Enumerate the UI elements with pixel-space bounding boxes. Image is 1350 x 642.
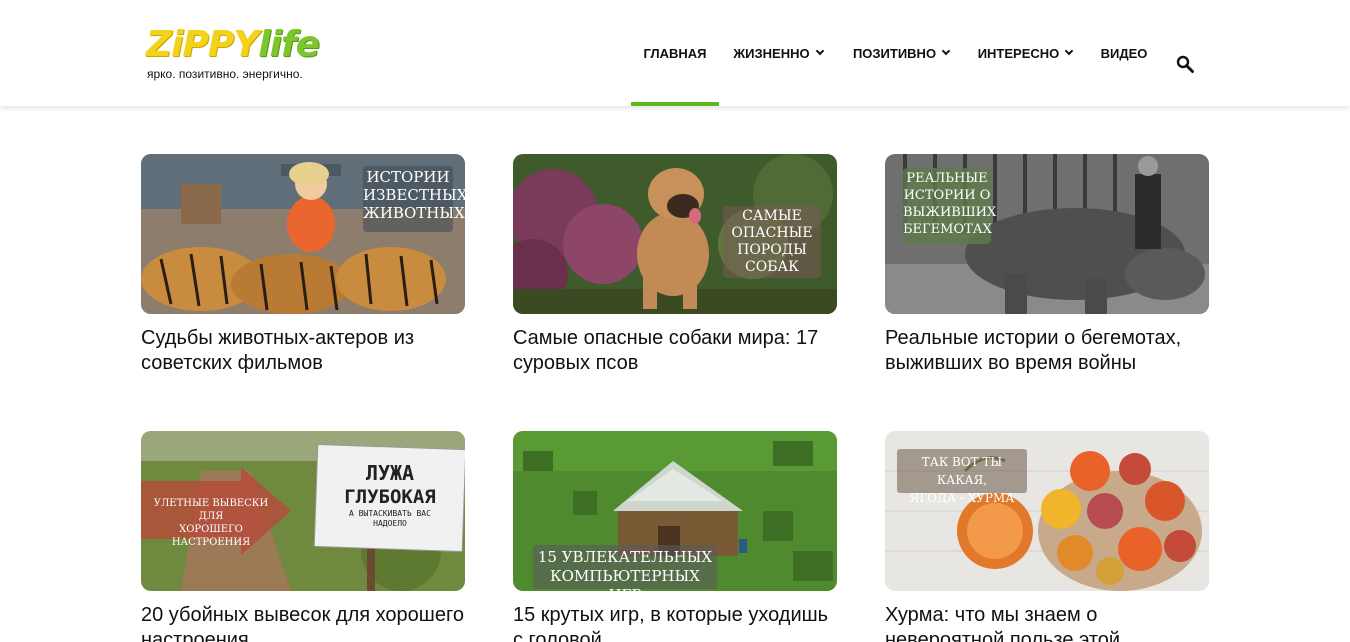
- nav-label: ИНТЕРЕСНО: [977, 45, 1060, 61]
- thumbnail-overlay-text: САМЫЕ ОПАСНЫЕ ПОРОДЫ СОБАК: [723, 208, 821, 276]
- overlay-line: КОМПЬЮТЕРНЫХ ИГР: [550, 567, 700, 591]
- overlay-line: ТАК ВОТ ТЫ КАКАЯ,: [921, 455, 1003, 487]
- thumbnail-overlay-text: РЕАЛЬНЫЕ ИСТОРИИ О ВЫЖИВШИХ БЕГЕМОТАХ: [903, 170, 997, 238]
- site-header: ZiPPYlife ярко. позитивно. энергично. ГЛ…: [0, 0, 1350, 106]
- sign-line: А ВЫТАСКИВАТЬ ВАС: [349, 509, 431, 518]
- article-thumbnail[interactable]: ИСТОРИИ ИЗВЕСТНЫХ ЖИВОТНЫХ: [141, 154, 465, 314]
- overlay-line: УЛЕТНЫЕ ВЫВЕСКИ ДЛЯ: [153, 498, 269, 522]
- article-title[interactable]: Реальные истории о бегемотах, выживших в…: [885, 326, 1209, 376]
- nav-item-glavnaya[interactable]: ГЛАВНАЯ: [631, 0, 719, 106]
- chevron-down-icon: [815, 46, 824, 56]
- road-sign-text: ЛУЖА ГЛУБОКАЯ А ВЫТАСКИВАТЬ ВАС НАДОЕЛО: [317, 461, 463, 529]
- article-title[interactable]: Самые опасные собаки мира: 17 суровых пс…: [513, 326, 837, 376]
- nav-item-interesno[interactable]: ИНТЕРЕСНО: [972, 0, 1078, 106]
- overlay-line: ИСТОРИИ: [366, 168, 450, 186]
- overlay-line: ВЫЖИВШИХ: [903, 205, 997, 220]
- overlay-line: ИЗВЕСТНЫХ: [363, 186, 465, 204]
- logo-word-zippy: ZiPPY: [146, 24, 259, 65]
- article-title[interactable]: Хурма: что мы знаем о невероятной пользе…: [885, 603, 1209, 642]
- nav-item-pozitivno[interactable]: ПОЗИТИВНО: [845, 0, 957, 106]
- article-thumbnail[interactable]: ЛУЖА ГЛУБОКАЯ А ВЫТАСКИВАТЬ ВАС НАДОЕЛО …: [141, 431, 465, 591]
- logo-wordmark: ZiPPYlife: [146, 24, 320, 66]
- article-thumbnail[interactable]: САМЫЕ ОПАСНЫЕ ПОРОДЫ СОБАК: [513, 154, 837, 314]
- overlay-line: ЯГОДА - ХУРМА: [909, 491, 1015, 505]
- thumbnail-overlay-text: УЛЕТНЫЕ ВЫВЕСКИ ДЛЯ ХОРОШЕГО НАСТРОЕНИЯ: [141, 497, 281, 549]
- overlay-line: ИСТОРИИ О: [903, 188, 991, 203]
- thumbnail-overlay-text: ИСТОРИИ ИЗВЕСТНЫХ ЖИВОТНЫХ: [363, 168, 465, 222]
- logo-word-life: life: [258, 24, 320, 65]
- sign-line: ЛУЖА: [365, 461, 415, 485]
- article-thumbnail[interactable]: 15 УВЛЕКАТЕЛЬНЫХ КОМПЬЮТЕРНЫХ ИГР: [513, 431, 837, 591]
- nav-label: ВИДЕО: [1100, 45, 1148, 61]
- nav-item-zhiznenno[interactable]: ЖИЗНЕННО: [725, 0, 831, 106]
- article-thumbnail[interactable]: ТАК ВОТ ТЫ КАКАЯ, ЯГОДА - ХУРМА: [885, 431, 1209, 591]
- article-title[interactable]: Судьбы животных-актеров из советских фил…: [141, 326, 465, 376]
- nav-label: ЖИЗНЕННО: [733, 45, 810, 61]
- thumbnail-overlay-text: ТАК ВОТ ТЫ КАКАЯ, ЯГОДА - ХУРМА: [897, 453, 1027, 507]
- sign-line: ГЛУБОКАЯ: [344, 486, 436, 508]
- overlay-line: ХОРОШЕГО НАСТРОЕНИЯ: [171, 524, 251, 548]
- overlay-line: САМЫЕ: [742, 208, 802, 224]
- site-logo[interactable]: ZiPPYlife ярко. позитивно. энергично.: [146, 24, 326, 84]
- overlay-line: БЕГЕМОТАХ: [903, 222, 992, 237]
- search-icon[interactable]: [1176, 55, 1194, 73]
- thumbnail-overlay-text: 15 УВЛЕКАТЕЛЬНЫХ КОМПЬЮТЕРНЫХ ИГР: [533, 548, 717, 591]
- chevron-down-icon: [941, 46, 951, 56]
- nav-item-video[interactable]: ВИДЕО: [1094, 0, 1154, 106]
- article-title[interactable]: 20 убойных вывесок для хорошего настроен…: [141, 603, 465, 642]
- sign-line: НАДОЕЛО: [373, 519, 407, 528]
- overlay-line: РЕАЛЬНЫЕ: [906, 171, 988, 186]
- article-thumbnail[interactable]: РЕАЛЬНЫЕ ИСТОРИИ О ВЫЖИВШИХ БЕГЕМОТАХ: [885, 154, 1209, 314]
- nav-label: ПОЗИТИВНО: [852, 45, 937, 61]
- nav-label: ГЛАВНАЯ: [643, 45, 707, 61]
- logo-tagline: ярко. позитивно. энергично.: [147, 67, 303, 81]
- chevron-down-icon: [1065, 46, 1074, 56]
- overlay-line: ОПАСНЫЕ: [731, 225, 813, 241]
- overlay-line: 15 УВЛЕКАТЕЛЬНЫХ: [537, 548, 713, 566]
- overlay-line: СОБАК: [745, 259, 799, 275]
- overlay-line: ЖИВОТНЫХ: [363, 204, 465, 222]
- overlay-line: ПОРОДЫ: [737, 242, 807, 258]
- article-title[interactable]: 15 крутых игр, в которые уходишь с голов…: [513, 603, 837, 642]
